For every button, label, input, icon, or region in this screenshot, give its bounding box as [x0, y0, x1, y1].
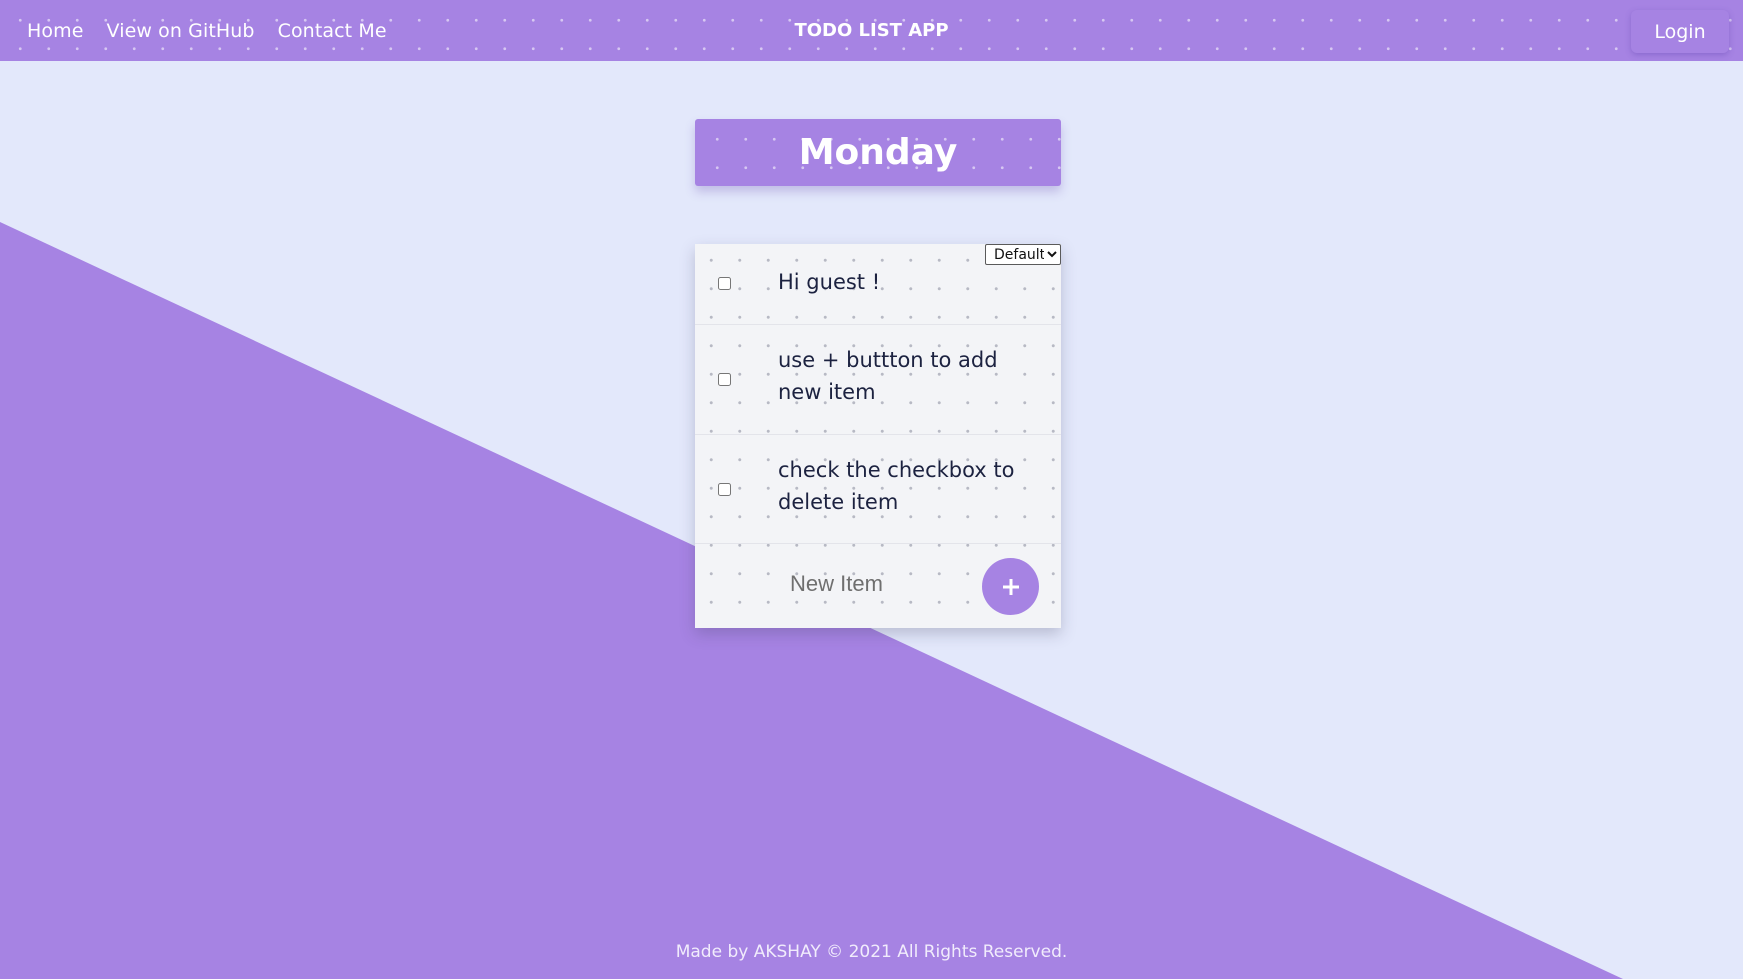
new-item-row — [695, 544, 1061, 628]
todo-card: Default Hi guest ! use + buttton to add … — [695, 244, 1061, 628]
new-item-input[interactable] — [790, 566, 960, 602]
day-header: Monday — [695, 119, 1061, 186]
todo-item-text: Hi guest ! — [778, 270, 881, 294]
todo-item: check the checkbox to delete item — [695, 435, 1061, 544]
add-item-button[interactable] — [982, 558, 1039, 615]
todo-item-text: use + buttton to add new item — [778, 348, 998, 404]
todo-item: use + buttton to add new item — [695, 325, 1061, 435]
todo-checkbox[interactable] — [718, 373, 731, 386]
footer-text: Made by AKSHAY © 2021 All Rights Reserve… — [675, 942, 1068, 962]
nav-link-github[interactable]: View on GitHub — [107, 20, 255, 42]
nav-link-home[interactable]: Home — [27, 20, 84, 42]
nav-link-contact[interactable]: Contact Me — [278, 20, 387, 42]
todo-item: Hi guest ! — [695, 244, 1061, 325]
navbar: Home View on GitHub Contact Me TODO LIST… — [0, 0, 1743, 61]
todo-checkbox[interactable] — [718, 483, 731, 496]
nav-links: Home View on GitHub Contact Me — [27, 0, 387, 61]
plus-icon — [1002, 578, 1019, 595]
todo-item-text: check the checkbox to delete item — [778, 458, 1015, 514]
login-button[interactable]: Login — [1631, 10, 1729, 53]
day-title: Monday — [798, 132, 958, 173]
todo-checkbox[interactable] — [718, 277, 731, 290]
